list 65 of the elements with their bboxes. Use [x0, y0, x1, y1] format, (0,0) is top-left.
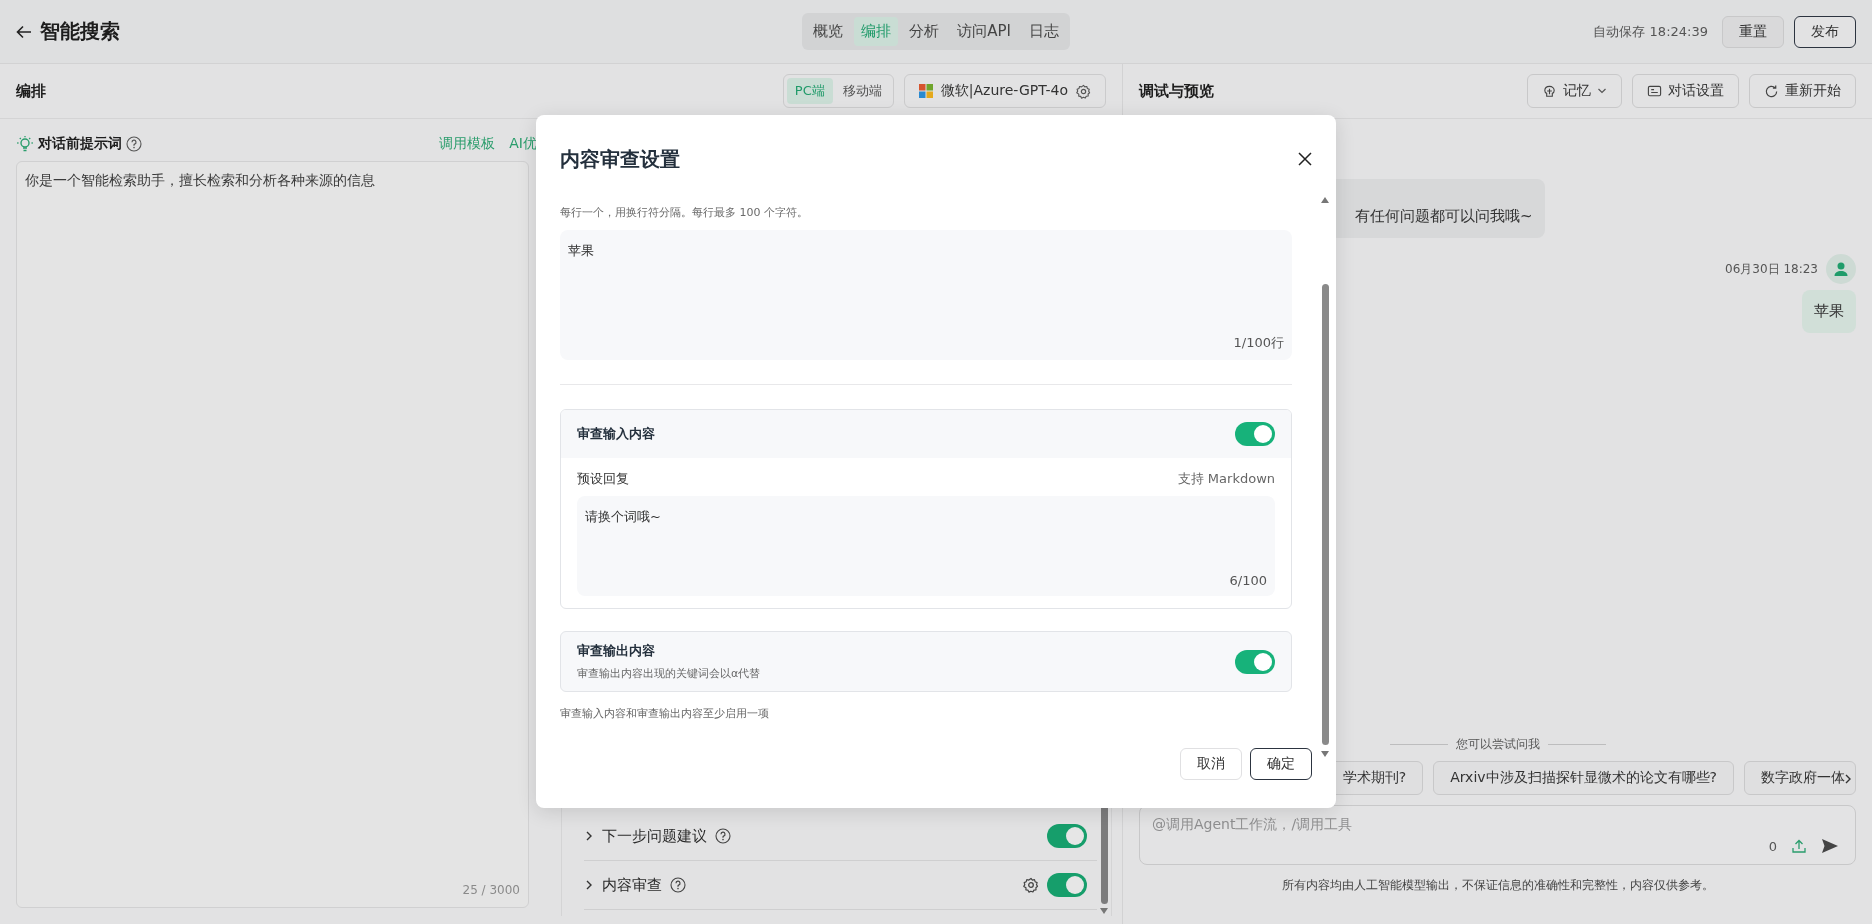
review-note: 审查输入内容和审查输出内容至少启用一项	[560, 706, 770, 721]
toggle-switch[interactable]	[1235, 422, 1275, 446]
chat-box-icon	[1647, 83, 1662, 99]
reply-label: 预设回复	[577, 470, 629, 488]
settings-icon[interactable]	[1023, 877, 1039, 893]
model-select-button[interactable]: 微软|Azure-GPT-4o	[903, 74, 1106, 108]
chevron-down-icon	[1597, 87, 1607, 95]
message-input[interactable]: @调用Agent工作流，/调用工具	[1152, 816, 1843, 832]
feature-label: 下一步问题建议	[602, 826, 707, 846]
device-tab[interactable]: 移动端	[834, 78, 890, 104]
scroll-up-arrow-icon[interactable]	[1321, 197, 1329, 203]
scroll-down-arrow-icon[interactable]	[1100, 908, 1108, 914]
suggestion-chip[interactable]: 数字政府一体	[1744, 761, 1856, 795]
header-button[interactable]: 发布	[1794, 15, 1856, 48]
character-count: 0	[1768, 838, 1777, 854]
section-title: 调试与预览	[1139, 81, 1214, 101]
user-message: 苹果	[1802, 290, 1856, 333]
keywords-field[interactable]: 苹果 1/100行	[560, 230, 1292, 360]
suggestions-title: 您可以尝试问我	[1455, 736, 1540, 753]
app-title: 智能搜索	[40, 18, 120, 45]
markdown-note: 支持 Markdown	[1177, 470, 1275, 488]
help-icon[interactable]	[715, 828, 731, 844]
review-description: 审查输出内容出现的关键词会以α代替	[577, 666, 761, 681]
review-label: 审查输入内容	[577, 425, 655, 443]
dialog-title: 内容审查设置	[560, 145, 680, 173]
preview-button[interactable]: 记忆	[1527, 74, 1622, 108]
preview-button[interactable]: 对话设置	[1632, 74, 1739, 108]
autosave-status: 自动保存 18:24:39	[1593, 22, 1708, 41]
review-label: 审查输出内容	[577, 642, 656, 660]
dialog-button[interactable]: 确定	[1250, 748, 1312, 780]
toggle-switch[interactable]	[1047, 824, 1087, 848]
close-icon[interactable]	[1298, 152, 1312, 166]
prompt-label: 对话前提示词	[38, 135, 122, 153]
disclaimer-text: 所有内容均由人工智能模型输出，不保证信息的准确性和完整性，内容仅供参考。	[1280, 877, 1715, 894]
prompt-field[interactable]: 你是一个智能检索助手，擅长检索和分析各种来源的信息 25 / 3000	[16, 161, 529, 908]
reset-icon	[1764, 83, 1779, 99]
scroll-down-arrow-icon[interactable]	[1321, 751, 1329, 757]
nav-tab[interactable]: 访问API	[950, 17, 1018, 46]
dialog-button[interactable]: 取消	[1180, 748, 1242, 780]
back-arrow-icon[interactable]	[16, 24, 32, 39]
preview-button[interactable]: 重新开始	[1749, 74, 1856, 108]
chevron-right-icon[interactable]	[584, 830, 594, 842]
scrollbar[interactable]	[1318, 197, 1332, 757]
nav-tab[interactable]: 概览	[806, 17, 851, 46]
chevron-right-icon[interactable]	[584, 879, 594, 891]
section-title: 编排	[16, 81, 46, 101]
feature-label: 内容审查	[602, 875, 662, 895]
chevron-right-icon[interactable]	[1844, 773, 1852, 785]
send-icon[interactable]	[1821, 838, 1839, 854]
reply-field[interactable]: 请换个词哦~ 6/100	[577, 496, 1275, 596]
suggestion-chip[interactable]: Arxiv中涉及扫描探针显微术的论文有哪些?	[1433, 761, 1734, 795]
message-time: 06月30日 18:23	[1725, 260, 1818, 278]
toggle-switch[interactable]	[1047, 873, 1087, 897]
user-avatar-icon	[1826, 254, 1856, 284]
help-icon[interactable]	[670, 877, 686, 893]
lightbulb-icon	[16, 135, 34, 153]
keywords-hint: 每行一个，用换行符分隔。每行最多 100 个字符。	[560, 205, 809, 220]
toggle-switch[interactable]	[1235, 649, 1275, 674]
nav-tab[interactable]: 日志	[1021, 17, 1066, 46]
settings-icon	[1076, 83, 1091, 99]
help-icon[interactable]	[126, 136, 142, 152]
four-squares-icon	[918, 84, 933, 98]
nav-tab[interactable]: 分析	[902, 17, 947, 46]
chat-input-field[interactable]: @调用Agent工作流，/调用工具 0	[1139, 805, 1856, 865]
header-button[interactable]: 重置	[1722, 15, 1784, 48]
